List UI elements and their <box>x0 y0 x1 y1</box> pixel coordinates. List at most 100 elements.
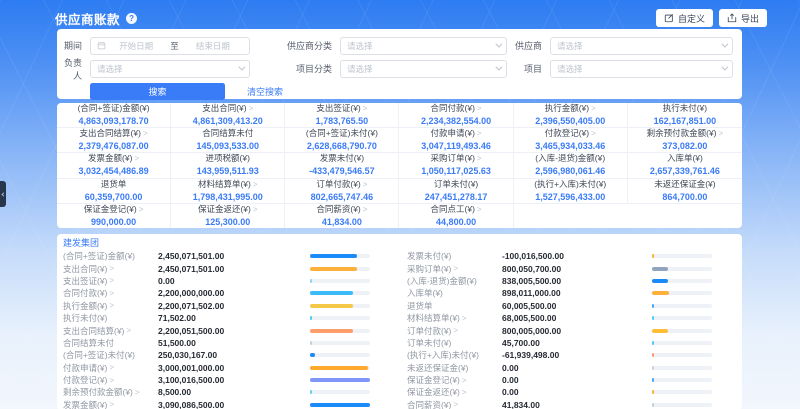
drawer-handle[interactable] <box>0 181 6 207</box>
chevron-right-icon: > <box>249 103 254 114</box>
detail-row-label[interactable]: 材料结算单(¥)> <box>407 312 502 324</box>
project-category-select[interactable]: 请选择 <box>340 60 507 78</box>
chevron-right-icon: > <box>453 264 458 273</box>
stat-cell[interactable]: 发票金额(¥)> 3,032,454,486.89 <box>57 153 171 178</box>
mini-bar <box>652 329 712 333</box>
stat-cell[interactable]: 执行金额(¥)> 2,396,550,405.00 <box>514 103 628 128</box>
stat-cell: 退货单> 60,359,700.00 <box>57 179 171 204</box>
detail-row-label[interactable]: 剩余预付款金额(¥)> <box>63 386 158 398</box>
supplier-select[interactable]: 请选择 <box>550 37 733 55</box>
date-range-input[interactable]: 开始日期 至 结束日期 <box>90 37 250 55</box>
stat-cell: (执行+入库)未付(¥)> 1,527,596,433.00 <box>514 179 628 204</box>
stat-label: 合同薪资(¥)> <box>316 204 367 215</box>
detail-row-value: 8,500.00 <box>158 387 310 397</box>
detail-row-label[interactable]: 合同薪资(¥)> <box>407 399 502 409</box>
chevron-right-icon: > <box>477 204 482 215</box>
detail-row: 未返还保证金(¥)> 0.00 <box>399 362 741 374</box>
detail-row-label[interactable]: 采购订单(¥)> <box>407 263 502 275</box>
chevron-right-icon: > <box>109 264 114 273</box>
stat-label: 材料结算单(¥)> <box>198 179 258 190</box>
detail-row-label[interactable]: 发票金额(¥)> <box>63 399 158 409</box>
detail-col-right: 发票未付(¥)> -100,016,500.00 采购订单(¥)> 800,05… <box>399 250 741 409</box>
detail-row-value: 250,030,167.00 <box>158 350 310 360</box>
detail-row-label[interactable]: 付款登记(¥)> <box>63 374 158 386</box>
stat-label: (合同+签证)未付(¥)> <box>306 128 378 139</box>
stat-cell[interactable]: 采购订单(¥)> 1,050,117,025.63 <box>399 153 513 178</box>
mini-bar <box>310 366 370 370</box>
chevron-right-icon: > <box>591 103 596 114</box>
mini-bar-fill <box>310 254 357 258</box>
detail-row-label: 未返还保证金(¥)> <box>407 362 502 374</box>
stat-value: 3,465,934,033.46 <box>535 140 605 152</box>
detail-row: 订单付款(¥)> 800,005,000.00 <box>399 324 741 336</box>
stat-cell[interactable]: 合同点工(¥)> 44,800.00 <box>399 204 513 228</box>
detail-row-label[interactable]: 付款申请(¥)> <box>63 362 158 374</box>
chevron-down-icon <box>721 41 728 48</box>
stat-cell[interactable]: 支出合同结算(¥)> 2,379,476,087.00 <box>57 128 171 153</box>
mini-bar <box>652 390 712 394</box>
stat-value: 2,596,980,061.46 <box>535 165 605 177</box>
stat-cell: 执行未付(¥)> 162,167,851.00 <box>628 103 742 128</box>
chevron-down-icon <box>238 64 245 71</box>
detail-row-label[interactable]: 执行金额(¥)> <box>63 300 158 312</box>
stat-cell[interactable]: 合同薪资(¥)> 41,834.00 <box>285 204 399 228</box>
mini-bar <box>652 279 712 283</box>
mini-bar-fill <box>652 291 669 295</box>
project-select[interactable]: 请选择 <box>550 60 733 78</box>
stat-cell[interactable]: 支出合同(¥)> 4,861,309,413.20 <box>171 103 285 128</box>
stat-cell[interactable]: 付款登记(¥)> 3,465,934,033.46 <box>514 128 628 153</box>
stat-cell: 未返还保证金(¥)> 864,700.00 <box>628 179 742 204</box>
detail-row-label[interactable]: 保证金返还(¥)> <box>407 386 502 398</box>
mini-bar <box>310 291 370 295</box>
mini-bar <box>310 403 370 407</box>
mini-bar-fill <box>310 291 353 295</box>
detail-row: 退货单> 60,005,500.00 <box>399 300 741 312</box>
detail-row-label[interactable]: 订单付款(¥)> <box>407 325 502 337</box>
detail-row-label[interactable]: 保证金登记(¥)> <box>407 374 502 386</box>
customize-button[interactable]: 自定义 <box>656 9 713 27</box>
supplier-category-select[interactable]: 请选择 <box>340 37 507 55</box>
chevron-right-icon: > <box>134 153 139 164</box>
stat-cell[interactable]: 订单付款(¥)> 802,665,747.46 <box>285 179 399 204</box>
stat-cell[interactable]: 支出签证(¥)> 1,783,765.50 <box>285 103 399 128</box>
mini-bar-fill <box>652 353 654 357</box>
stat-value: 3,047,119,493.46 <box>421 140 491 152</box>
detail-row: 订单未付(¥)> 45,700.00 <box>399 337 741 349</box>
detail-row-label[interactable]: 支出合同结算(¥)> <box>63 325 158 337</box>
detail-row-label[interactable]: 支出签证(¥)> <box>63 275 158 287</box>
group-name-link[interactable]: 建发集团 <box>57 237 742 250</box>
stat-cell[interactable]: 保证金登记(¥)> 990,000.00 <box>57 204 171 228</box>
chevron-right-icon: > <box>109 400 114 409</box>
stat-cell[interactable]: 剩余预付款金额(¥)> 373,082.00 <box>628 128 742 153</box>
filter-panel: 期间 开始日期 至 结束日期 供应商分类 请选择 供应商 请选择 负责人 <box>57 29 742 99</box>
stat-cell: 合同结算未付> 145,093,533.00 <box>171 128 285 153</box>
detail-row: 支出签证(¥)> 0.00 <box>57 275 399 287</box>
clear-search-link[interactable]: 清空搜索 <box>247 85 283 98</box>
mini-bar <box>310 316 370 320</box>
detail-row-value: 0.00 <box>502 375 652 385</box>
owner-select[interactable]: 请选择 <box>90 60 250 78</box>
chevron-right-icon: > <box>143 128 148 139</box>
stat-label: 发票金额(¥)> <box>88 153 139 164</box>
stat-cell[interactable]: 付款申请(¥)> 3,047,119,493.46 <box>399 128 513 153</box>
detail-row-label[interactable]: 支出合同(¥)> <box>63 263 158 275</box>
stat-label: 执行未付(¥)> <box>663 103 707 114</box>
detail-row: 执行金额(¥)> 2,200,071,502.00 <box>57 300 399 312</box>
export-icon <box>727 13 737 23</box>
stat-value: 1,783,765.50 <box>316 115 369 127</box>
mini-bar <box>310 254 370 258</box>
detail-row: (入库-退货)金额(¥)> 838,005,500.00 <box>399 275 741 287</box>
help-icon[interactable]: ? <box>126 13 137 24</box>
stat-cell[interactable]: 合同付款(¥)> 2,234,382,554.00 <box>399 103 513 128</box>
export-button[interactable]: 导出 <box>719 9 767 27</box>
chevron-right-icon: > <box>477 128 482 139</box>
stat-value: 60,359,700.00 <box>85 191 143 203</box>
search-button[interactable]: 搜索 <box>90 83 225 100</box>
stat-cell[interactable]: 保证金返还(¥)> 125,300.00 <box>171 204 285 228</box>
detail-row-label[interactable]: 合同付款(¥)> <box>63 287 158 299</box>
stat-label: 订单付款(¥)> <box>316 179 367 190</box>
stat-cell[interactable]: 材料结算单(¥)> 1,798,431,995.00 <box>171 179 285 204</box>
mini-bar <box>310 279 370 283</box>
detail-row: 合同薪资(¥)> 41,834.00 <box>399 399 741 409</box>
mini-bar <box>652 291 712 295</box>
